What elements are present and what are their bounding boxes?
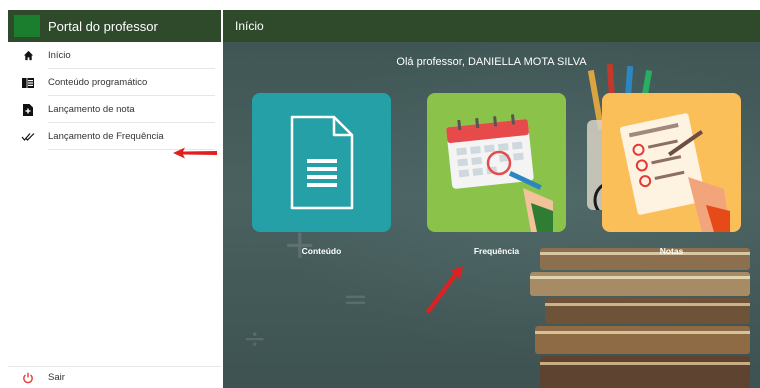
sidebar-item-label: Lançamento de nota <box>48 96 215 123</box>
home-icon <box>8 50 48 61</box>
document-icon <box>290 115 354 210</box>
red-arrow-annotation <box>173 147 217 159</box>
checklist-icon <box>619 113 730 232</box>
calendar-icon <box>446 114 553 232</box>
double-check-icon <box>8 132 48 142</box>
sidebar-item-label: Início <box>48 42 215 69</box>
conteudo-tile-label[interactable]: Conteúdo <box>252 246 391 256</box>
main-header: Início <box>223 10 760 42</box>
chalk-scribble: = <box>343 282 369 317</box>
dashboard-content: + = ÷ Olá professor, DANIELLA MOTA SILVA <box>223 42 760 388</box>
sidebar-title: Portal do professor <box>48 18 158 34</box>
notas-tile-label[interactable]: Notas <box>602 246 741 256</box>
logout-label: Sair <box>48 372 65 383</box>
power-icon <box>8 372 48 384</box>
sidebar-menu: Início Conteúdo programático Lançamento … <box>8 42 221 150</box>
file-add-icon <box>8 103 48 116</box>
sidebar-item-label: Conteúdo programático <box>48 69 215 96</box>
page-title: Início <box>235 19 264 33</box>
main-panel: Início + = ÷ Olá professor, DANIELLA MOT… <box>223 10 760 388</box>
sidebar: Portal do professor Início Conteúdo prog… <box>8 10 221 388</box>
sidebar-header: Portal do professor <box>8 10 221 42</box>
frequencia-tile[interactable] <box>427 93 566 232</box>
book-icon <box>8 77 48 88</box>
red-arrow-annotation <box>426 266 463 314</box>
portal-logo <box>14 15 40 37</box>
greeting-text: Olá professor, DANIELLA MOTA SILVA <box>396 56 587 68</box>
logout-button[interactable]: Sair <box>8 366 221 388</box>
sidebar-item-conteudo-programatico[interactable]: Conteúdo programático <box>8 69 221 96</box>
notas-tile[interactable] <box>602 93 741 232</box>
books-illustration <box>530 248 750 388</box>
sidebar-item-lancamento-nota[interactable]: Lançamento de nota <box>8 96 221 123</box>
conteudo-tile[interactable] <box>252 93 391 232</box>
chalk-scribble: ÷ <box>243 322 267 355</box>
frequencia-tile-label[interactable]: Frequência <box>427 246 566 256</box>
sidebar-item-inicio[interactable]: Início <box>8 42 221 69</box>
